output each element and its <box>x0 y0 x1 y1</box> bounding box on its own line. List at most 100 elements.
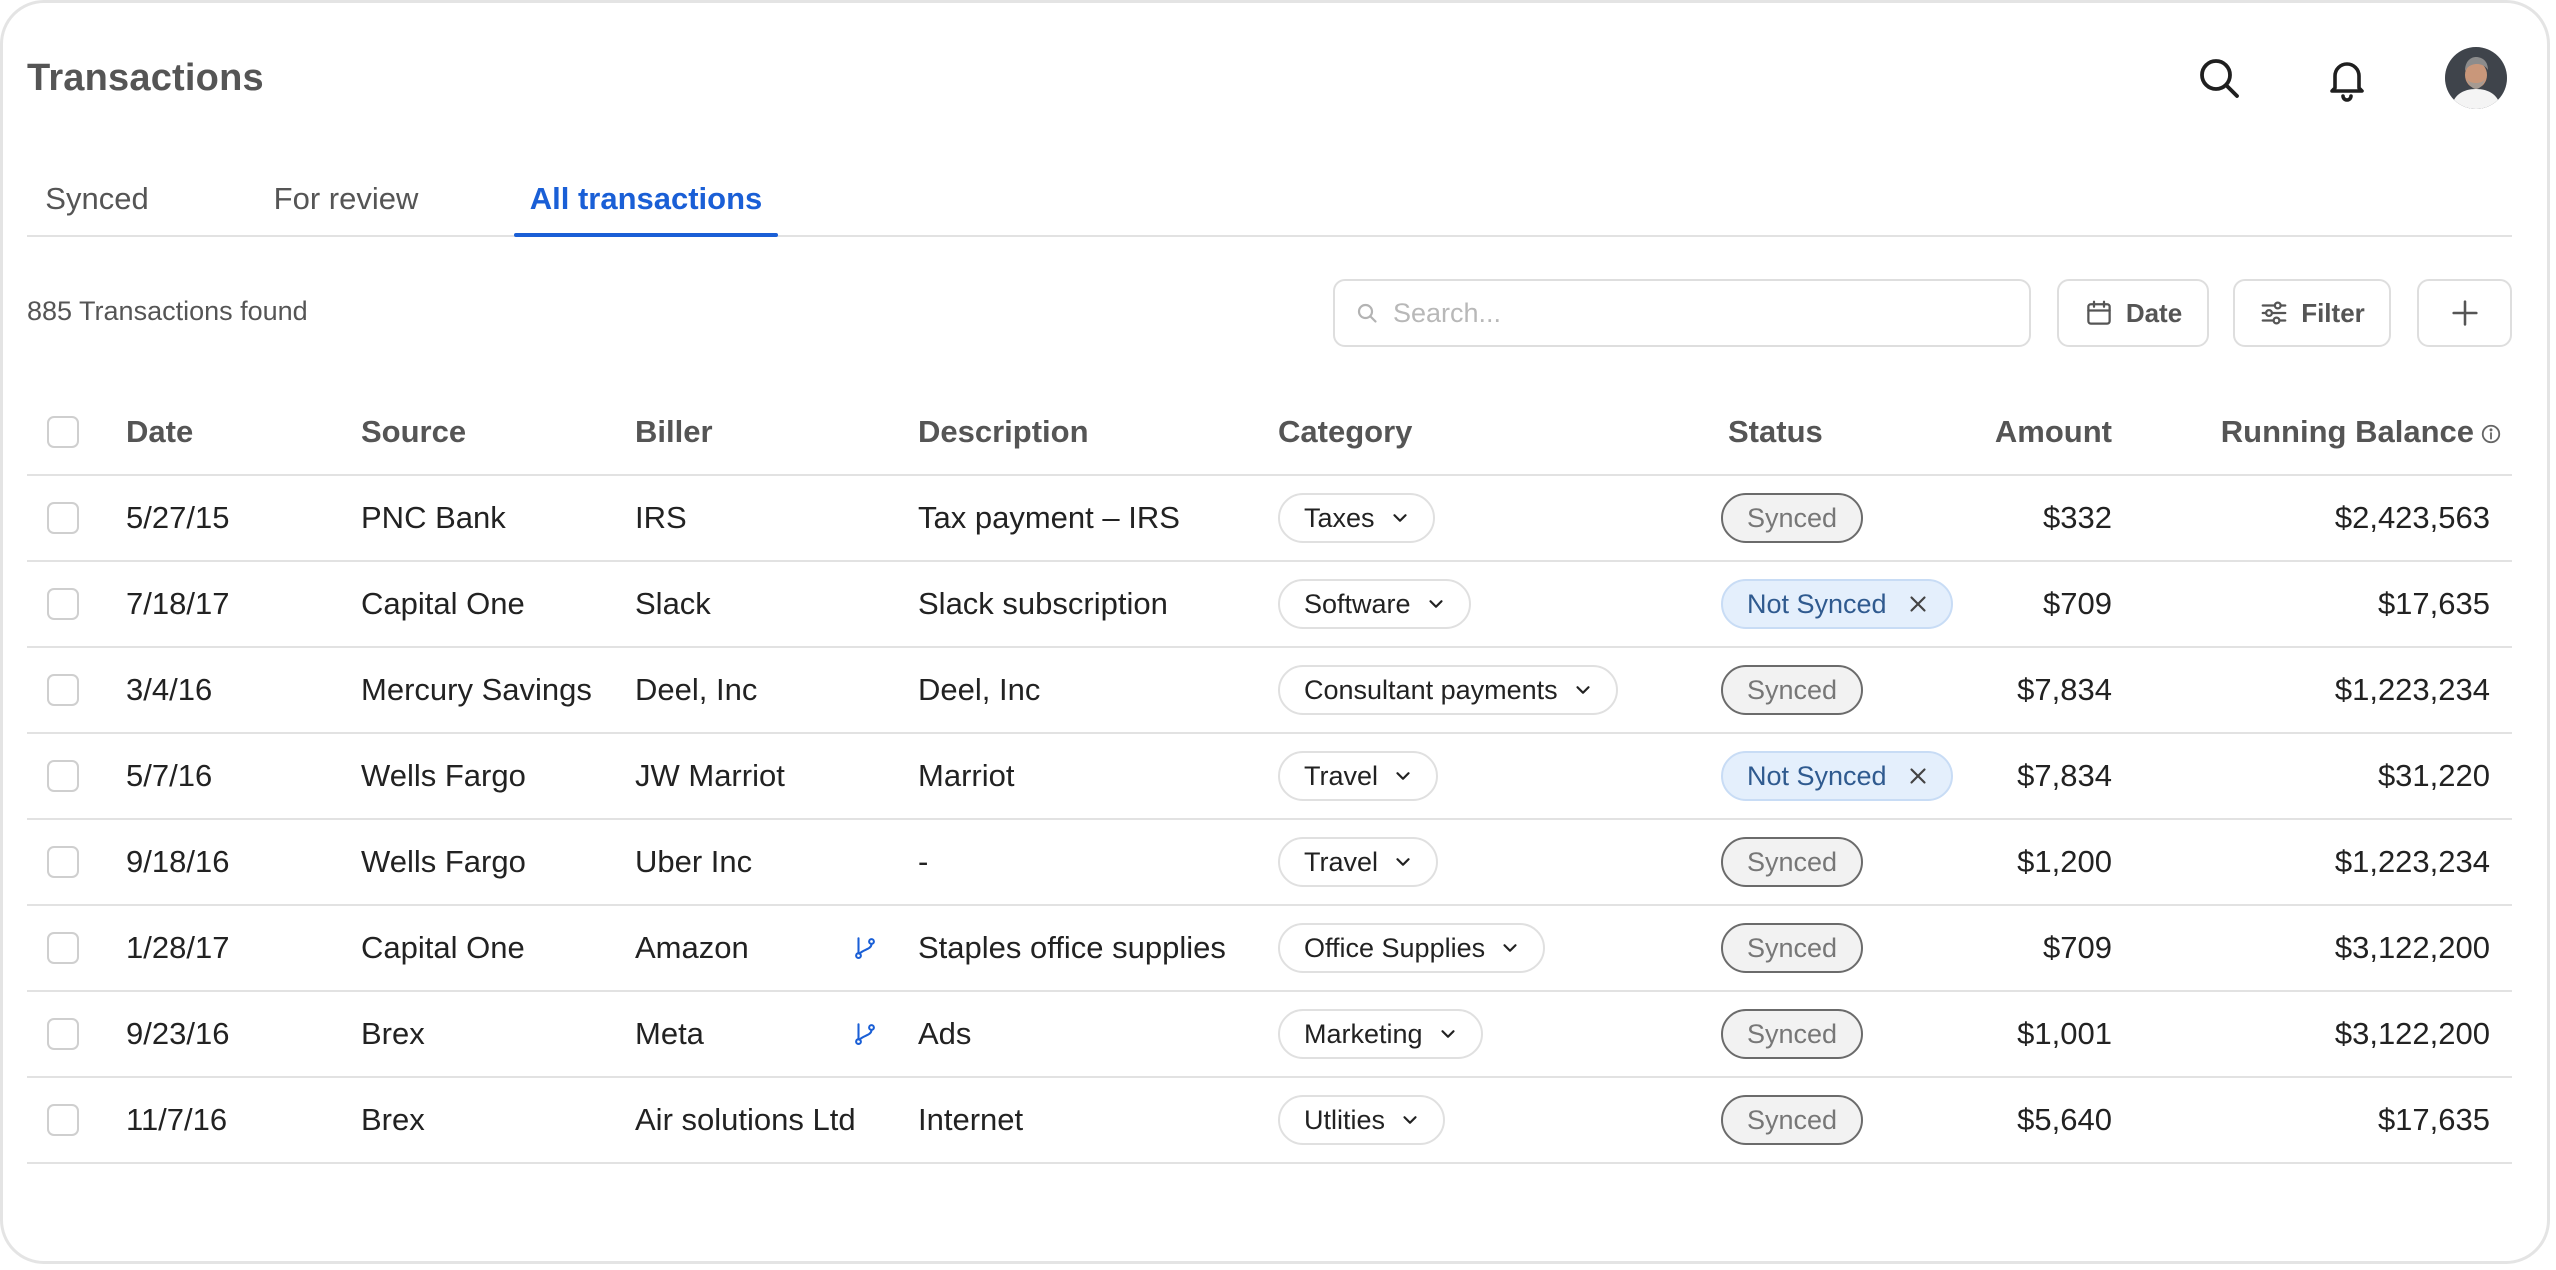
row-checkbox[interactable] <box>47 588 79 620</box>
cell-description: Slack subscription <box>918 561 1278 648</box>
table-row[interactable]: 11/7/16 Brex Air solutions Ltd Internet Utli… <box>27 1077 2512 1164</box>
cell-amount: $332 <box>1972 475 2112 562</box>
cell-description: Ads <box>918 991 1278 1078</box>
search-icon <box>2200 59 2239 98</box>
close-icon[interactable] <box>1905 763 1931 789</box>
git-branch-icon <box>855 937 875 959</box>
cell-source: Mercury Savings <box>361 647 635 734</box>
category-dropdown[interactable]: Travel <box>1278 751 1439 801</box>
category-dropdown[interactable]: Software <box>1278 579 1471 629</box>
column-header-source[interactable]: Source <box>361 390 635 476</box>
table-row[interactable]: 1/28/17 Capital One Amazon Staples office s… <box>27 905 2512 992</box>
cell-date: 9/23/16 <box>126 991 361 1078</box>
search-button[interactable] <box>2189 48 2249 108</box>
cell-biller: Uber Inc <box>635 819 918 906</box>
table-row[interactable]: 5/7/16 Wells Fargo JW Marriot Marriot Travel… <box>27 733 2512 820</box>
select-all-checkbox[interactable] <box>47 416 79 448</box>
category-dropdown[interactable]: Consultant payments <box>1278 665 1618 715</box>
status-label: Not Synced <box>1747 760 1887 791</box>
tab-for-review[interactable]: For review <box>265 163 427 235</box>
column-header-amount[interactable]: Amount <box>1972 390 2112 476</box>
table-row[interactable]: 7/18/17 Capital One Slack Slack subscriptio… <box>27 561 2512 648</box>
biller-name: Air solutions Ltd <box>635 1102 856 1137</box>
cell-biller: Deel, Inc <box>635 647 918 734</box>
cell-amount: $7,834 <box>1972 647 2112 734</box>
row-select <box>27 561 126 648</box>
table-row[interactable]: 9/23/16 Brex Meta Ads Marketing Synced $1,001 $… <box>27 991 2512 1078</box>
cell-source: Wells Fargo <box>361 733 635 820</box>
row-checkbox[interactable] <box>47 1018 79 1050</box>
cell-status: Synced <box>1715 1077 1972 1164</box>
status-badge: Synced <box>1721 1095 1864 1145</box>
split-transaction-button[interactable] <box>852 1021 878 1047</box>
cell-category: Travel <box>1278 733 1715 820</box>
status-badge: Synced <box>1721 923 1864 973</box>
row-checkbox[interactable] <box>47 674 79 706</box>
column-header-running-balance[interactable]: Running Balance <box>2134 390 2512 476</box>
category-label: Taxes <box>1304 502 1375 533</box>
calendar-icon <box>2087 300 2111 325</box>
cell-spacer <box>2112 561 2134 648</box>
cell-category: Travel <box>1278 819 1715 906</box>
tab-all-transactions[interactable]: All transactions <box>514 163 778 237</box>
cell-date: 11/7/16 <box>126 1077 361 1164</box>
cell-category: Software <box>1278 561 1715 648</box>
chevron-down-icon <box>1396 858 1410 866</box>
cell-status: Synced <box>1715 819 1972 906</box>
cell-amount: $709 <box>1972 905 2112 992</box>
cell-running-balance: $2,423,563 <box>2134 475 2512 562</box>
table-row[interactable]: 5/27/15 PNC Bank IRS Tax payment – IRS Taxes… <box>27 475 2512 562</box>
column-header-category[interactable]: Category <box>1278 390 1715 476</box>
cell-running-balance: $17,635 <box>2134 561 2512 648</box>
biller-name: Amazon <box>635 930 749 965</box>
table-row[interactable]: 9/18/16 Wells Fargo Uber Inc - Travel Synced $… <box>27 819 2512 906</box>
tab-synced[interactable]: Synced <box>27 163 167 235</box>
row-checkbox[interactable] <box>47 760 79 792</box>
row-checkbox[interactable] <box>47 502 79 534</box>
cell-running-balance: $3,122,200 <box>2134 991 2512 1078</box>
column-header-status[interactable]: Status <box>1715 390 1972 476</box>
column-header-biller[interactable]: Biller <box>635 390 918 476</box>
category-dropdown[interactable]: Utlities <box>1278 1095 1446 1145</box>
cell-running-balance: $31,220 <box>2134 733 2512 820</box>
cell-description: - <box>918 819 1278 906</box>
cell-running-balance: $1,223,234 <box>2134 819 2512 906</box>
header-spacer <box>2112 390 2134 476</box>
category-dropdown[interactable]: Marketing <box>1278 1009 1483 1059</box>
row-checkbox[interactable] <box>47 932 79 964</box>
column-header-date[interactable]: Date <box>126 390 361 476</box>
cell-category: Office Supplies <box>1278 905 1715 992</box>
filter-button[interactable]: Filter <box>2233 279 2391 347</box>
row-checkbox[interactable] <box>47 846 79 878</box>
category-dropdown[interactable]: Taxes <box>1278 493 1435 543</box>
add-transaction-button[interactable] <box>2417 279 2512 347</box>
cell-spacer <box>2112 647 2134 734</box>
cell-status: Not Synced <box>1715 733 1972 820</box>
cell-source: Capital One <box>361 561 635 648</box>
git-branch-icon <box>855 1023 875 1045</box>
header-actions <box>2189 47 2507 109</box>
cell-amount: $709 <box>1972 561 2112 648</box>
category-label: Utlities <box>1304 1104 1386 1135</box>
cell-spacer <box>2112 819 2134 906</box>
category-label: Software <box>1304 588 1411 619</box>
cell-status: Synced <box>1715 991 1972 1078</box>
category-dropdown[interactable]: Office Supplies <box>1278 923 1546 973</box>
row-select <box>27 905 126 992</box>
notifications-button[interactable] <box>2317 48 2377 108</box>
info-icon[interactable] <box>2480 423 2502 445</box>
biller-name: Deel, Inc <box>635 672 758 707</box>
search-input[interactable] <box>1391 296 1995 330</box>
sliders-icon <box>2261 301 2287 325</box>
cell-source: Brex <box>361 991 635 1078</box>
split-transaction-button[interactable] <box>852 935 878 961</box>
cell-biller: Meta <box>635 991 918 1078</box>
category-dropdown[interactable]: Travel <box>1278 837 1439 887</box>
close-icon[interactable] <box>1905 591 1931 617</box>
column-header-description[interactable]: Description <box>918 390 1278 476</box>
date-button[interactable]: Date <box>2057 279 2209 347</box>
transactions-count: 885 Transactions found <box>27 296 308 326</box>
table-row[interactable]: 3/4/16 Mercury Savings Deel, Inc Deel, Inc C… <box>27 647 2512 734</box>
avatar[interactable] <box>2445 47 2507 109</box>
row-checkbox[interactable] <box>47 1104 79 1136</box>
